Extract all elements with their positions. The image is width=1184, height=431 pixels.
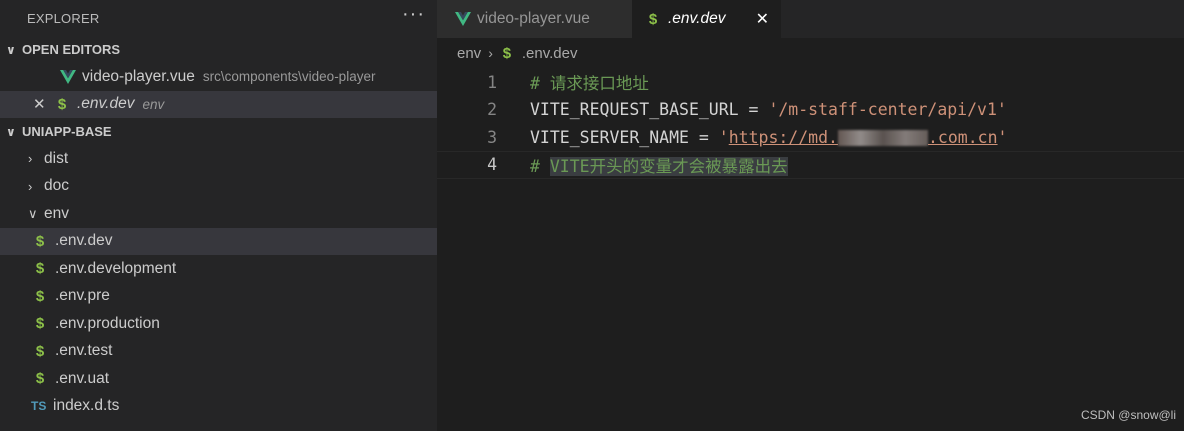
code-line[interactable]: 3 VITE_SERVER_NAME = 'https://md. .com.cn… [437, 123, 1184, 151]
env-file-icon: $ [57, 95, 67, 113]
tab-label: .env.dev [668, 10, 726, 27]
redacted-blur [837, 130, 928, 146]
operator: = [688, 127, 719, 147]
env-file-icon: $ [648, 10, 658, 28]
explorer-title: EXPLORER [27, 10, 100, 26]
explorer-sidebar: EXPLORER ··· ∨ OPEN EDITORS video-player… [0, 0, 437, 431]
env-file-icon: $ [35, 315, 45, 333]
quote: ' [718, 127, 729, 147]
watermark: CSDN @snow@li [1080, 408, 1176, 422]
file-name: .env.uat [55, 369, 110, 387]
line-number: 2 [487, 100, 497, 119]
env-file-icon: $ [35, 370, 45, 388]
env-value: '/m-staff-center/api/v1' [768, 100, 1007, 119]
file-index-d-ts[interactable]: TS index.d.ts [0, 393, 437, 421]
operator: = [738, 100, 769, 119]
chevron-down-icon: ∨ [28, 205, 38, 221]
vue-file-icon [60, 69, 76, 84]
env-key: VITE_SERVER_NAME [530, 127, 689, 147]
tab-env-dev[interactable]: $ .env.dev ✕ [632, 0, 781, 38]
open-editor-item-env-dev[interactable]: ✕ $ .env.dev env [0, 90, 437, 118]
project-section[interactable]: ∨ UNIAPP-BASE [0, 118, 437, 145]
breadcrumb-file[interactable]: .env.dev [522, 45, 578, 62]
file-path: src\components\video-player [202, 69, 376, 85]
line-number: 4 [487, 155, 497, 174]
chevron-right-icon: › [488, 45, 493, 61]
env-file-icon: $ [35, 260, 45, 278]
code-line[interactable]: 2 VITE_REQUEST_BASE_URL = '/m-staff-cent… [437, 96, 1184, 124]
file-env-pre[interactable]: $ .env.pre [0, 283, 437, 311]
code-line[interactable]: 1 # 请求接口地址 [437, 68, 1184, 96]
file-env-test[interactable]: $ .env.test [0, 338, 437, 366]
breadcrumb: env › $ .env.dev [437, 38, 1184, 68]
env-file-icon: $ [35, 342, 45, 360]
comment-hash: # [530, 156, 550, 176]
env-file-icon: $ [35, 287, 45, 305]
code-text: VITE_REQUEST_BASE_URL = '/m-staff-center… [530, 100, 1007, 119]
url-link[interactable]: https://md. .com.cn [729, 128, 998, 147]
code-editor[interactable]: 1 # 请求接口地址 2 VITE_REQUEST_BASE_URL = '/m… [437, 68, 1184, 431]
file-env-production[interactable]: $ .env.production [0, 310, 437, 338]
env-file-icon: $ [502, 44, 512, 62]
chevron-right-icon: › [28, 178, 33, 194]
chevron-right-icon: › [28, 151, 33, 167]
close-icon[interactable]: ✕ [33, 95, 55, 113]
file-name: index.d.ts [53, 397, 120, 415]
code-comment: # 请求接口地址 [530, 74, 649, 93]
file-env-uat[interactable]: $ .env.uat [0, 365, 437, 393]
file-name: .env.test [55, 342, 113, 360]
file-name: .env.dev [77, 95, 135, 113]
open-editors-label: OPEN EDITORS [22, 42, 121, 57]
open-editor-item-video-player[interactable]: video-player.vue src\components\video-pl… [0, 63, 437, 91]
tab-video-player[interactable]: video-player.vue [437, 0, 632, 38]
code-comment: # VITE开头的变量才会被暴露出去 [530, 153, 788, 177]
url-part: .com.cn [927, 127, 998, 147]
file-name: .env.development [55, 259, 177, 277]
code-line-current[interactable]: 4 # VITE开头的变量才会被暴露出去 [437, 150, 1184, 179]
code-text: VITE_SERVER_NAME = 'https://md. .com.cn' [530, 128, 1007, 147]
folder-dist[interactable]: › dist [0, 145, 437, 173]
folder-env[interactable]: ∨ env [0, 200, 437, 228]
folder-doc[interactable]: › doc [0, 173, 437, 201]
quote: ' [997, 127, 1008, 147]
folder-name: doc [44, 177, 69, 195]
open-editors-section[interactable]: ∨ OPEN EDITORS [0, 36, 437, 63]
more-actions-icon[interactable]: ··· [402, 4, 425, 32]
file-name: video-player.vue [82, 67, 195, 85]
file-env-development[interactable]: $ .env.development [0, 255, 437, 283]
line-number: 3 [487, 127, 497, 147]
file-name: .env.pre [55, 287, 110, 305]
tab-label: video-player.vue [477, 10, 590, 27]
file-path: env [142, 96, 165, 112]
file-name: .env.production [55, 314, 160, 332]
folder-name: dist [44, 149, 69, 167]
env-file-icon: $ [35, 232, 45, 250]
chevron-down-icon: ∨ [6, 124, 16, 139]
env-key: VITE_REQUEST_BASE_URL [530, 100, 739, 119]
file-name: .env.dev [55, 232, 113, 250]
folder-name: env [44, 204, 69, 222]
line-number: 1 [487, 72, 497, 92]
url-part: https://md. [728, 127, 838, 147]
explorer-header: EXPLORER ··· [0, 0, 437, 36]
close-icon[interactable]: ✕ [742, 9, 769, 29]
breadcrumb-folder[interactable]: env [457, 45, 481, 62]
file-env-dev[interactable]: $ .env.dev [0, 227, 437, 255]
selected-text: VITE开头的变量才会被暴露出去 [549, 156, 788, 176]
vue-file-icon [455, 12, 471, 26]
typescript-file-icon: TS [31, 399, 47, 414]
editor-tabs: video-player.vue $ .env.dev ✕ [437, 0, 1184, 38]
chevron-down-icon: ∨ [6, 42, 16, 57]
project-label: UNIAPP-BASE [22, 124, 112, 139]
